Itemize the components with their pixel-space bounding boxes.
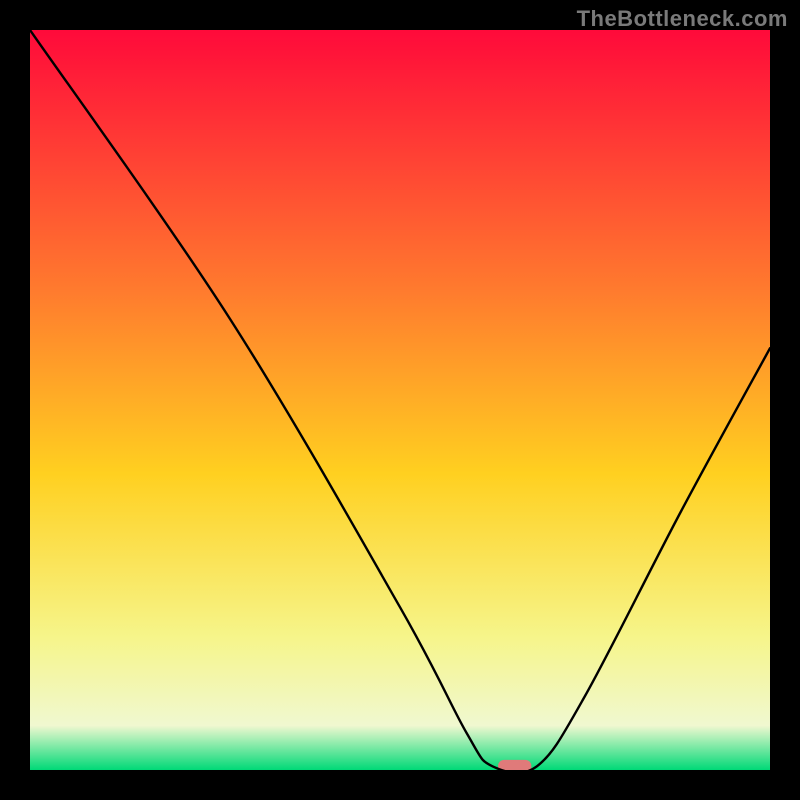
optimal-marker — [498, 760, 531, 770]
gradient-background — [30, 30, 770, 770]
chart-area — [30, 30, 770, 770]
watermark-text: TheBottleneck.com — [577, 6, 788, 32]
chart-svg — [30, 30, 770, 770]
